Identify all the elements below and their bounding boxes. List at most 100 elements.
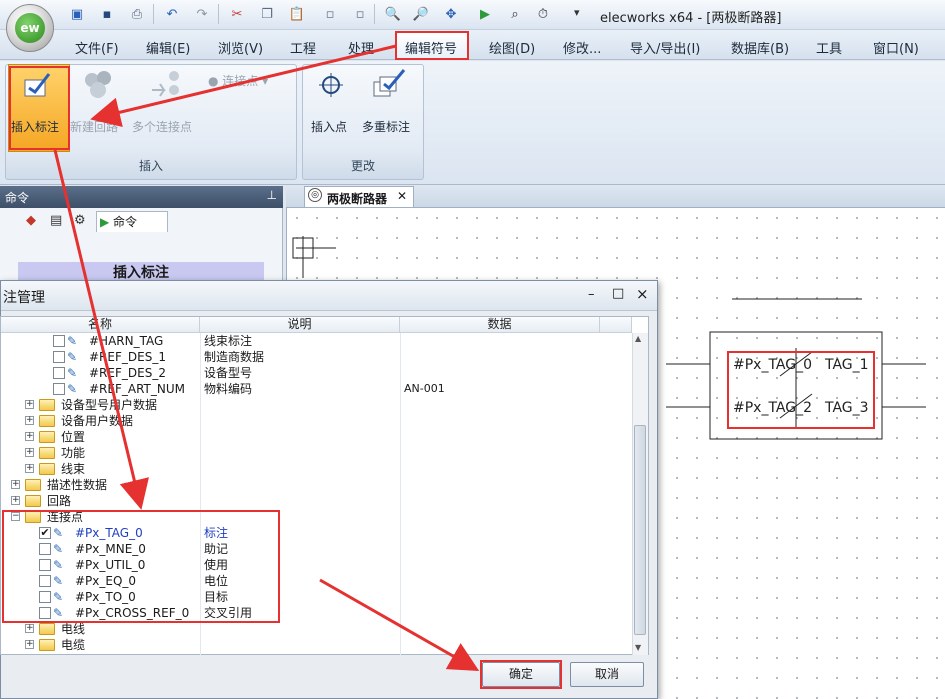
folder-icon [39, 623, 55, 635]
ribbon-group-label: 插入 [138, 159, 163, 173]
new-icon[interactable]: ▣ [68, 5, 86, 23]
menu-tab-modify[interactable]: 修改... [563, 38, 601, 57]
command-panel-title: 命令 [5, 191, 30, 205]
tree-tag-row[interactable]: ✎ #REF_DES_1 制造商数据 [1, 349, 633, 365]
tree-tag-row[interactable]: ✎ #REF_DES_2 设备型号 [1, 365, 633, 381]
timer-icon[interactable]: ⏱ [534, 5, 552, 23]
tree-folder-row[interactable]: + 回路 [1, 493, 633, 509]
menu-tab-view[interactable]: 浏览(V) [218, 38, 263, 57]
cut-icon[interactable]: ✂ [228, 5, 246, 23]
folder-icon [25, 479, 41, 491]
tree-folder-row[interactable]: + 设备用户数据 [1, 413, 633, 429]
save-icon[interactable]: ▪ [98, 5, 116, 23]
tree-folder-row[interactable]: + 设备型号用户数据 [1, 397, 633, 413]
zoom-icon[interactable]: 🔎 [412, 5, 430, 23]
menu-tab-edit-symbol[interactable]: 编辑符号 [405, 38, 457, 57]
menu-tab-import-export[interactable]: 导入/导出(I) [630, 38, 700, 57]
column-header-data[interactable]: 数据 [400, 317, 600, 333]
tag-icon: ✎ [67, 382, 78, 396]
app-menu-button[interactable]: ew [6, 4, 54, 52]
command-panel-header: 命令 ⊥ [0, 186, 283, 208]
column-header-name[interactable]: 名称 [1, 317, 200, 333]
menu-tab-database[interactable]: 数据库(B) [731, 38, 789, 57]
paste-icon[interactable]: 📋 [288, 5, 306, 23]
scrollbar-thumb[interactable] [634, 425, 646, 635]
print-icon[interactable]: ⎙ [128, 5, 146, 23]
insert-point-button[interactable]: 插入点 [311, 118, 347, 135]
scroll-down-icon[interactable]: ▼ [635, 643, 641, 652]
tag-checkbox[interactable] [53, 367, 65, 379]
menu-tab-project[interactable]: 工程 [290, 38, 316, 57]
tree-folder-row[interactable]: + 描述性数据 [1, 477, 633, 493]
expand-toggle-icon[interactable]: + [11, 480, 20, 489]
new-circuit-button[interactable]: 新建回路 [70, 118, 118, 135]
tag-checkbox[interactable] [53, 383, 65, 395]
tag-icon: ✎ [67, 350, 78, 364]
tree-folder-row[interactable]: + 线束 [1, 461, 633, 477]
pan-icon[interactable]: ✥ [442, 5, 460, 23]
tag-text: #Px_TAG_2 [733, 400, 813, 416]
separator [218, 4, 219, 24]
tree-folder-row[interactable]: + 电缆 [1, 637, 633, 653]
column-header-description[interactable]: 说明 [200, 317, 400, 333]
page-prev-icon[interactable]: ▫ [321, 5, 339, 23]
expand-toggle-icon[interactable]: + [25, 432, 34, 441]
expand-toggle-icon[interactable]: + [25, 400, 34, 409]
tag-checkbox[interactable] [53, 351, 65, 363]
dialog-title: 注管理 [3, 290, 45, 306]
folder-icon [39, 639, 55, 651]
scroll-up-icon[interactable]: ▲ [635, 334, 641, 343]
folder-icon [39, 399, 55, 411]
tree-item-name: 电缆 [61, 638, 86, 652]
menu-tab-process[interactable]: 处理 [348, 38, 374, 57]
page-icon[interactable]: ▤ [50, 213, 62, 228]
settings-icon[interactable]: ⚙ [74, 213, 86, 228]
menu-tab-window[interactable]: 窗口(N) [873, 38, 919, 57]
tab-command[interactable]: ▶ 命令 [100, 213, 137, 230]
tree-item-name: #REF_DES_2 [89, 366, 166, 380]
tree-item-description: 设备型号 [204, 366, 253, 380]
expand-toggle-icon[interactable]: + [11, 496, 20, 505]
annotation-highlight-box [480, 660, 562, 689]
expand-toggle-icon[interactable]: + [25, 416, 34, 425]
cancel-button[interactable]: 取消 [570, 662, 644, 687]
minimize-icon[interactable]: – [588, 287, 595, 302]
tree-item-name: 功能 [61, 446, 86, 460]
binoculars-icon[interactable]: ⌕ [506, 5, 524, 23]
close-icon[interactable]: ✕ [397, 189, 407, 203]
column-header-filler [600, 317, 632, 333]
expand-toggle-icon[interactable]: + [25, 448, 34, 457]
properties-icon[interactable]: ◆ [26, 213, 36, 228]
tab-command-label: 命令 [113, 215, 138, 229]
close-icon[interactable]: × [636, 285, 649, 303]
copy-icon[interactable]: ❐ [258, 5, 276, 23]
zoom-window-icon[interactable]: 🔍 [384, 5, 402, 23]
tree-folder-row[interactable]: + 位置 [1, 429, 633, 445]
undo-icon[interactable]: ↶ [163, 5, 181, 23]
menu-tab-file[interactable]: 文件(F) [75, 38, 119, 57]
multi-connection-button[interactable]: 多个连接点 [132, 118, 192, 135]
expand-toggle-icon[interactable]: + [25, 464, 34, 473]
expand-toggle-icon[interactable]: + [25, 640, 34, 649]
redo-icon[interactable]: ↷ [193, 5, 211, 23]
tree-folder-row[interactable]: + 电线 [1, 621, 633, 637]
quick-access-more-icon[interactable]: ▾ [574, 6, 580, 19]
tree-tag-row[interactable]: ✎ #HARN_TAG 线束标注 [1, 333, 633, 349]
pin-icon[interactable]: ⊥ [267, 188, 277, 202]
page-next-icon[interactable]: ▫ [351, 5, 369, 23]
multi-tag-button[interactable]: 多重标注 [362, 118, 410, 135]
menu-tab-draw[interactable]: 绘图(D) [489, 38, 535, 57]
tree-folder-row[interactable]: + 功能 [1, 445, 633, 461]
maximize-icon[interactable]: □ [612, 286, 624, 301]
expand-toggle-icon[interactable]: + [25, 624, 34, 633]
tag-checkbox[interactable] [53, 335, 65, 347]
ribbon-group-label: 更改 [350, 159, 375, 173]
window-title: elecworks x64 - [两极断路器] [600, 11, 782, 26]
menu-tab-edit[interactable]: 编辑(E) [146, 38, 190, 57]
menu-tab-tools[interactable]: 工具 [816, 38, 842, 57]
connection-point-button[interactable]: ● 连接点 ▾ [208, 72, 268, 89]
folder-icon [39, 447, 55, 459]
run-icon[interactable]: ▶ [476, 5, 494, 23]
tree-tag-row[interactable]: ✎ #REF_ART_NUM 物料编码 AN-001 [1, 381, 633, 397]
tree-item-name: 线束 [61, 462, 86, 476]
